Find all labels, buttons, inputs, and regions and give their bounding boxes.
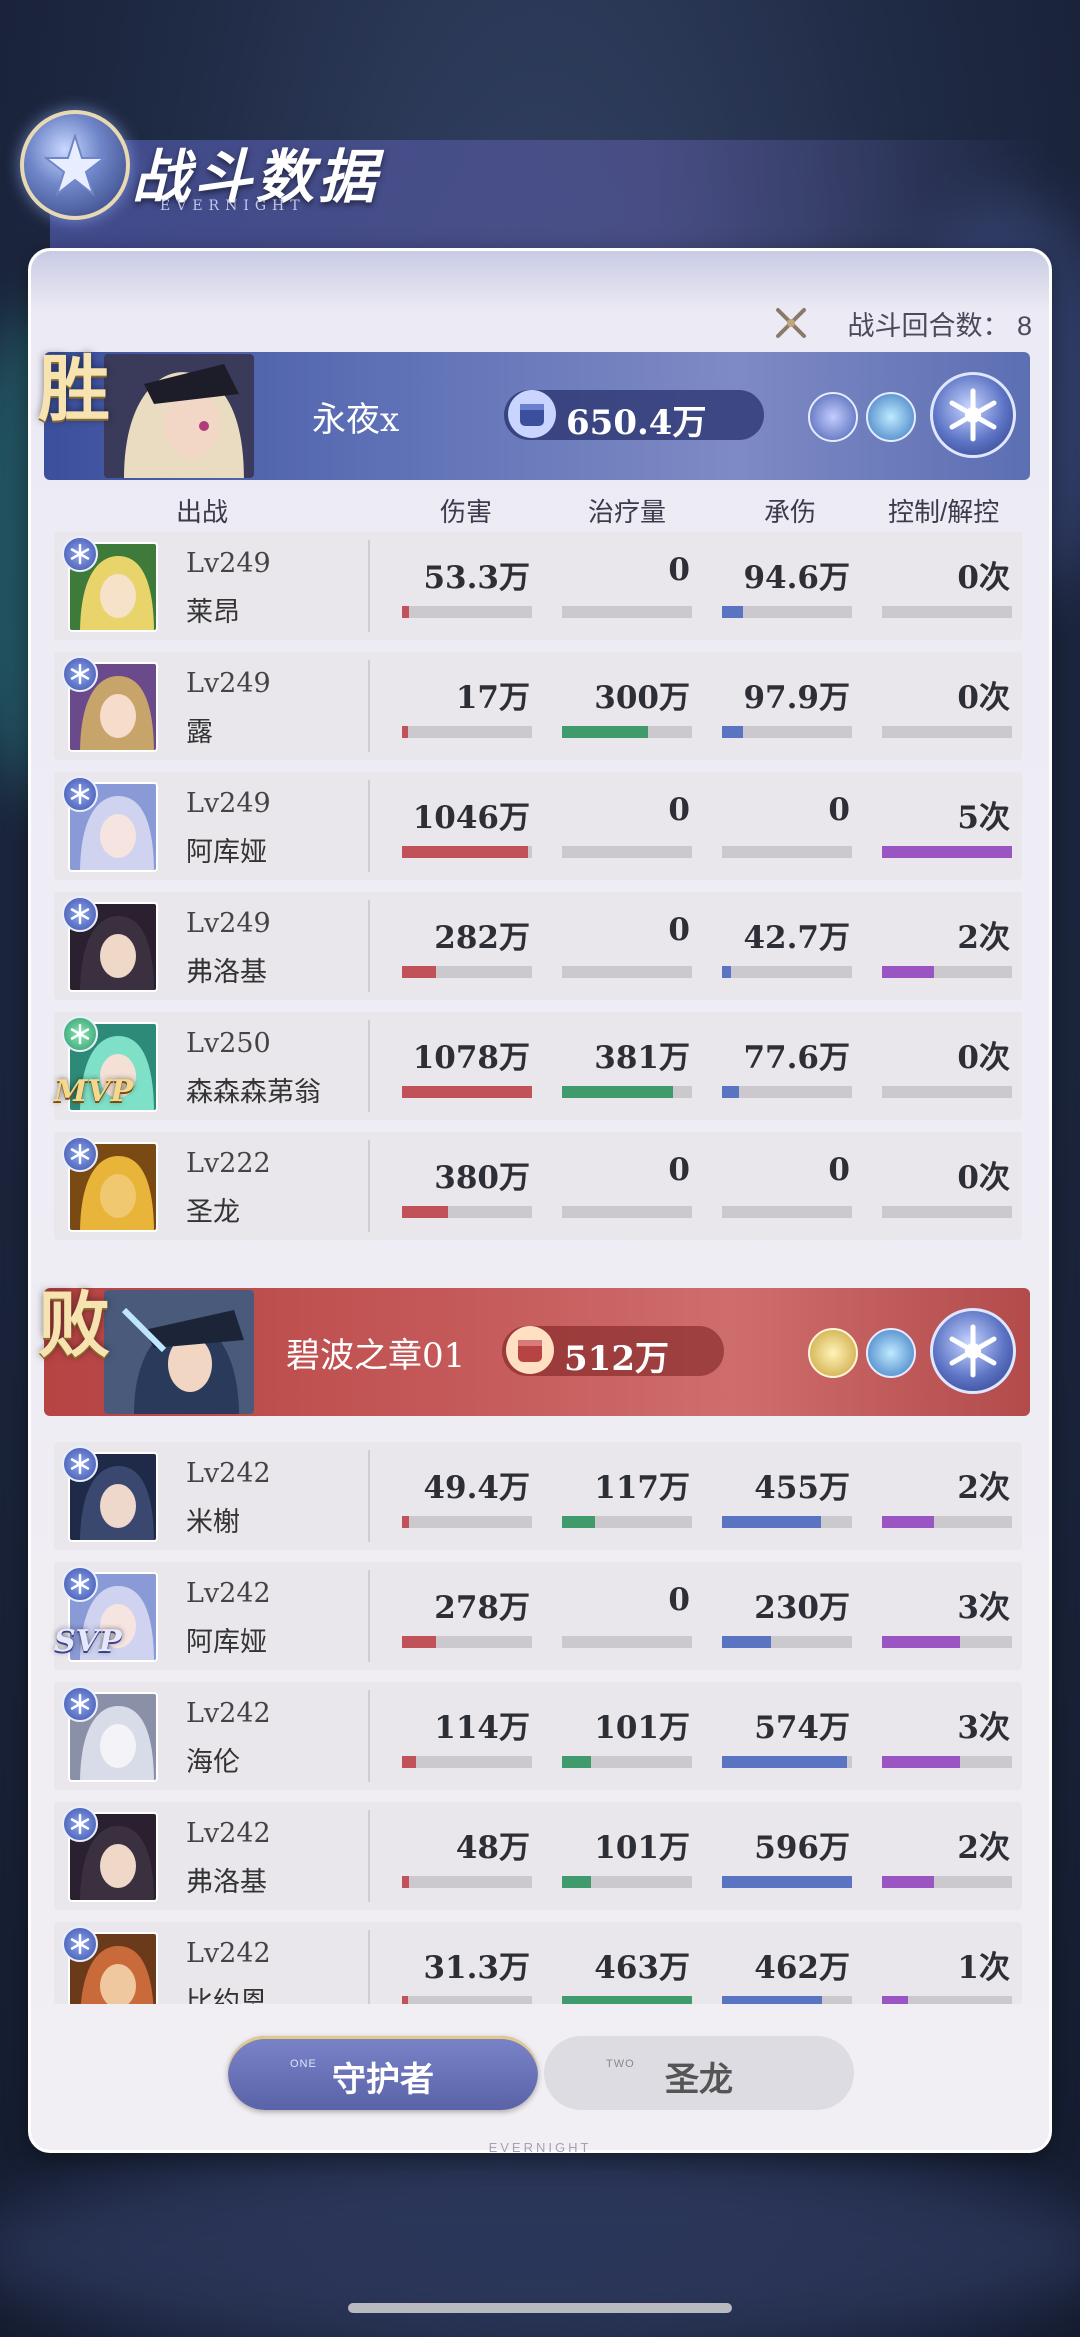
taken-fill <box>722 1996 823 2004</box>
healing-cell: 101万 <box>562 1822 692 1892</box>
control-bar <box>882 1516 1012 1528</box>
taken-fill <box>722 1516 821 1528</box>
class-snowflake-icon <box>62 1016 98 1052</box>
taken-bar <box>722 1636 852 1648</box>
damage-cell: 48万 <box>402 1822 532 1892</box>
control-bar <box>882 1756 1012 1768</box>
class-snowflake-icon <box>62 1806 98 1842</box>
hero-name: 比约恩 <box>186 1987 267 2004</box>
control-cell: 3次 <box>882 1702 1012 1772</box>
home-indicator[interactable] <box>348 2303 732 2313</box>
damage-cell: 278万 <box>402 1582 532 1652</box>
footer-brand: EVERNIGHT <box>488 2140 592 2155</box>
control-bar <box>882 1876 1012 1888</box>
class-snowflake-icon <box>62 896 98 932</box>
taken-cell: 230万 <box>722 1582 852 1652</box>
control-cell: 1次 <box>882 1942 1012 2004</box>
hero-row[interactable]: Lv242 海伦 114万 101万 574万 3次 <box>54 1682 1022 1790</box>
hero-name: 阿库娅 <box>186 1627 267 1657</box>
control-bar <box>882 1996 1012 2004</box>
taken-fill <box>722 1636 772 1648</box>
taken-bar <box>722 1876 852 1888</box>
hero-level: Lv242 <box>186 1458 271 1489</box>
damage-fill <box>402 1876 409 1888</box>
healing-bar <box>562 1636 692 1648</box>
taken-bar <box>722 1756 852 1768</box>
damage-fill <box>402 1636 436 1648</box>
svp-badge: SVP <box>54 1624 122 1659</box>
control-cell: 2次 <box>882 1462 1012 1532</box>
control-fill <box>882 1756 960 1768</box>
hero-name: 海伦 <box>186 1747 240 1777</box>
healing-fill <box>562 1516 595 1528</box>
class-snowflake-icon <box>62 1446 98 1482</box>
healing-cell: 463万 <box>562 1942 692 2004</box>
taken-cell: 455万 <box>722 1462 852 1532</box>
class-snowflake-icon <box>62 776 98 812</box>
control-fill <box>882 1996 908 2004</box>
damage-bar <box>402 1876 532 1888</box>
healing-fill <box>562 1876 591 1888</box>
healing-fill <box>562 1996 692 2004</box>
control-cell: 3次 <box>882 1582 1012 1652</box>
damage-cell: 49.4万 <box>402 1462 532 1532</box>
damage-fill <box>402 1756 417 1768</box>
hero-level: Lv242 <box>186 1818 271 1849</box>
damage-cell: 114万 <box>402 1702 532 1772</box>
damage-fill <box>402 1516 409 1528</box>
hero-row[interactable]: SVP Lv242 阿库娅 278万 0 230万 3次 <box>54 1562 1022 1670</box>
hero-level: Lv242 <box>186 1578 271 1609</box>
control-fill <box>882 1636 960 1648</box>
control-bar <box>882 1636 1012 1648</box>
control-fill <box>882 1876 934 1888</box>
taken-fill <box>722 1876 852 1888</box>
healing-bar <box>562 1756 692 1768</box>
damage-bar <box>402 1636 532 1648</box>
hero-level: Lv242 <box>186 1938 271 1969</box>
hero-row[interactable]: Lv242 弗洛基 48万 101万 596万 2次 <box>54 1802 1022 1910</box>
taken-fill <box>722 1756 847 1768</box>
taken-bar <box>722 1996 852 2004</box>
damage-bar <box>402 1516 532 1528</box>
taken-cell: 596万 <box>722 1822 852 1892</box>
healing-bar <box>562 1516 692 1528</box>
taken-cell: 574万 <box>722 1702 852 1772</box>
damage-bar <box>402 1996 532 2004</box>
taken-bar <box>722 1516 852 1528</box>
hero-level: Lv242 <box>186 1698 271 1729</box>
healing-cell: 101万 <box>562 1702 692 1772</box>
class-snowflake-icon <box>62 1686 98 1722</box>
healing-cell: 117万 <box>562 1462 692 1532</box>
damage-bar <box>402 1756 532 1768</box>
damage-cell: 31.3万 <box>402 1942 532 2004</box>
mvp-badge: MVP <box>54 1074 134 1109</box>
class-snowflake-icon <box>62 1136 98 1172</box>
tab-dragon[interactable]: TWO 圣龙 <box>544 2036 854 2110</box>
class-snowflake-icon <box>62 1566 98 1602</box>
healing-cell: 0 <box>562 1582 692 1652</box>
hero-name: 弗洛基 <box>186 1867 267 1897</box>
loser-rows-scroll[interactable]: Lv242 米榭 49.4万 117万 455万 2次 SVP Lv242 阿库… <box>0 0 1080 2004</box>
healing-fill <box>562 1756 591 1768</box>
control-fill <box>882 1516 934 1528</box>
class-snowflake-icon <box>62 1926 98 1962</box>
tab-guardian[interactable]: ONE 守护者 <box>228 2036 538 2110</box>
hero-name: 米榭 <box>186 1507 240 1537</box>
class-snowflake-icon <box>62 536 98 572</box>
hero-row[interactable]: Lv242 比约恩 31.3万 463万 462万 1次 <box>54 1922 1022 2004</box>
hero-row[interactable]: Lv242 米榭 49.4万 117万 455万 2次 <box>54 1442 1022 1550</box>
healing-bar <box>562 1996 692 2004</box>
healing-bar <box>562 1876 692 1888</box>
taken-cell: 462万 <box>722 1942 852 2004</box>
control-cell: 2次 <box>882 1822 1012 1892</box>
damage-fill <box>402 1996 408 2004</box>
class-snowflake-icon <box>62 656 98 692</box>
